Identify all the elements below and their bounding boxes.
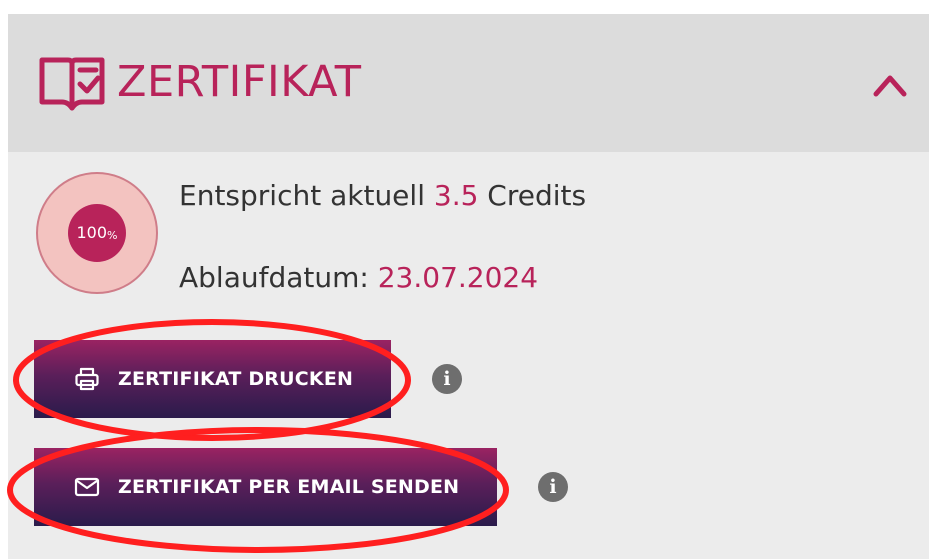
book-check-icon [39, 57, 105, 111]
panel-header[interactable]: ZERTIFIKAT [8, 14, 929, 152]
credits-suffix: Credits [478, 179, 587, 212]
certificate-panel: ZERTIFIKAT 100% Entspricht aktuell 3.5 C… [8, 14, 929, 559]
envelope-icon [74, 477, 100, 497]
chevron-up-icon[interactable] [870, 70, 910, 98]
credits-value: 3.5 [433, 179, 479, 212]
expiry-label: Ablaufdatum: [179, 261, 378, 294]
print-certificate-button[interactable]: ZERTIFIKAT DRUCKEN [34, 340, 391, 418]
expiry-date: 23.07.2024 [377, 261, 539, 294]
progress-circle: 100% [36, 172, 158, 294]
progress-percent: 100 [76, 223, 108, 242]
section-title: ZERTIFIKAT [117, 57, 362, 107]
printer-icon [75, 367, 99, 391]
print-button-label: ZERTIFIKAT DRUCKEN [118, 368, 354, 390]
expiry-text: Ablaufdatum: 23.07.2024 [179, 260, 538, 296]
credits-text: Entspricht aktuell 3.5 Credits [179, 178, 586, 214]
email-info-icon[interactable]: i [538, 472, 568, 502]
email-button-label: ZERTIFIKAT PER EMAIL SENDEN [118, 476, 460, 498]
print-info-icon[interactable]: i [432, 364, 462, 394]
progress-value: 100% [68, 204, 126, 262]
email-certificate-button[interactable]: ZERTIFIKAT PER EMAIL SENDEN [34, 448, 497, 526]
progress-symbol: % [107, 228, 118, 242]
credits-prefix: Entspricht aktuell [179, 179, 434, 212]
